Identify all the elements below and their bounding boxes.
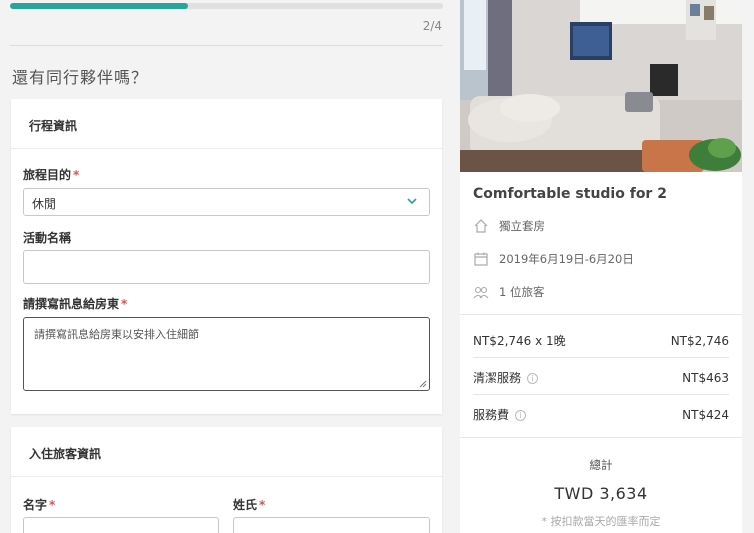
nightly-price-label: NT$2,746 x 1晚 (473, 334, 566, 348)
service-fee-row: 服務費 i NT$424 (473, 406, 729, 423)
room-type-row: 獨立套房 (473, 218, 545, 234)
chevron-down-icon (407, 198, 417, 205)
divider (473, 394, 729, 395)
progress-bar (10, 3, 443, 9)
cleaning-fee-label: 清潔服務 (473, 371, 522, 385)
purpose-select[interactable]: 休閒 (23, 188, 430, 216)
divider (460, 314, 742, 315)
nightly-price-row: NT$2,746 x 1晚 NT$2,746 (473, 332, 729, 349)
resize-handle-icon[interactable] (419, 380, 427, 388)
step-indicator: 2/4 (422, 19, 442, 33)
message-placeholder: 請撰寫訊息給房東以安排入住細節 (34, 328, 199, 341)
guests-row: 1 位旅客 (473, 284, 544, 300)
activity-label: 活動名稱 (23, 231, 72, 245)
message-textarea[interactable]: 請撰寫訊息給房東以安排入住細節 (23, 317, 430, 391)
cleaning-fee-row: 清潔服務 i NT$463 (473, 369, 729, 386)
activity-input[interactable] (23, 250, 430, 284)
trip-info-card: 行程資訊 旅程目的 * 休閒 活動名稱 請撰寫訊息給房東 * 請撰寫訊息給房東以安排… (11, 99, 442, 414)
purpose-label: 旅程目的 * (23, 168, 80, 182)
dates-text: 2019年6月19日-6月20日 (499, 252, 634, 266)
dates-row: 2019年6月19日-6月20日 (473, 251, 634, 267)
divider (460, 437, 742, 438)
message-label: 請撰寫訊息給房東 * (23, 297, 128, 311)
last-name-input[interactable] (233, 517, 430, 533)
purpose-select-value: 休閒 (32, 197, 57, 211)
total-value: TWD 3,634 (554, 484, 648, 503)
guests-text: 1 位旅客 (499, 285, 545, 299)
total-label: 總計 (589, 458, 613, 472)
listing-photo (460, 0, 742, 172)
booking-summary-column: Comfortable studio for 2 獨立套房 2019年6月19日… (460, 0, 742, 533)
guests-icon (473, 286, 489, 299)
info-icon[interactable]: i (515, 410, 527, 421)
first-name-label: 名字 * (23, 498, 56, 512)
service-fee-label: 服務費 (473, 408, 510, 422)
nightly-price-value: NT$2,746 (670, 333, 729, 348)
guest-info-card: 入住旅客資訊 名字 * 姓氏 * (11, 427, 442, 533)
page-title: 還有同行夥伴嗎？ (12, 68, 149, 87)
first-name-input[interactable] (23, 517, 219, 533)
info-icon[interactable]: i (527, 373, 539, 384)
trip-info-heading: 行程資訊 (11, 99, 442, 149)
cleaning-fee-value: NT$463 (682, 370, 729, 385)
booking-form-column: 2/4 還有同行夥伴嗎？ 行程資訊 旅程目的 * 休閒 活動名稱 請撰寫訊息給房東… (0, 0, 452, 533)
listing-title: Comfortable studio for 2 (473, 186, 667, 202)
divider (10, 45, 443, 46)
service-fee-value: NT$424 (682, 407, 729, 422)
last-name-label: 姓氏 * (233, 498, 266, 512)
calendar-icon (474, 252, 488, 266)
guest-info-heading: 入住旅客資訊 (11, 427, 442, 477)
house-icon (474, 219, 488, 233)
room-type-text: 獨立套房 (499, 219, 545, 233)
progress-bar-fill (10, 3, 188, 9)
divider (473, 357, 729, 358)
exchange-rate-note: * 按扣款當天的匯率而定 (541, 515, 661, 528)
